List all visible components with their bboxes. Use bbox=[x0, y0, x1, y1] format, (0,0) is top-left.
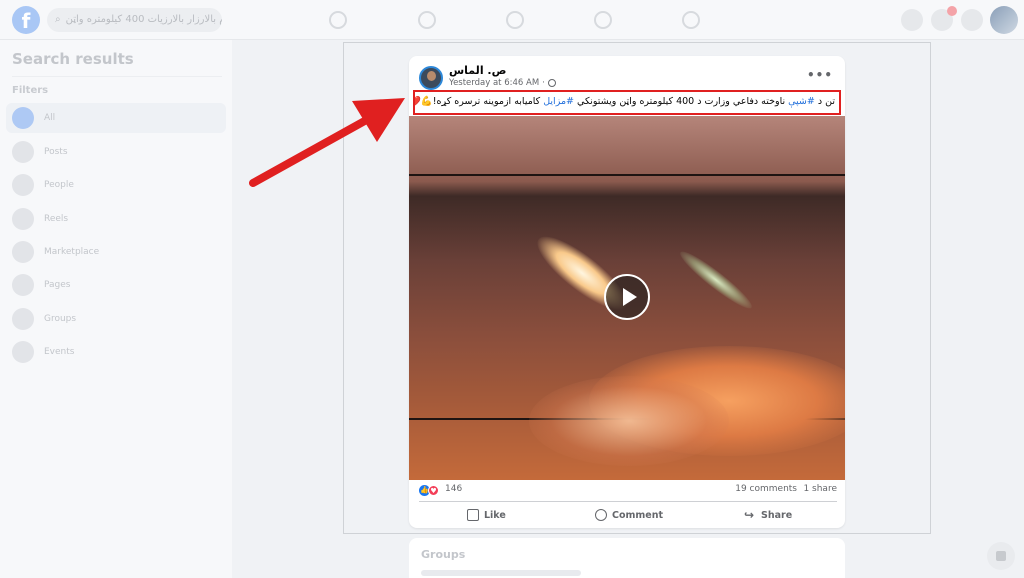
people-icon bbox=[12, 174, 34, 196]
top-navigation-bar: f ⌕ ابهام بالارزار بالارزيات 400 کیلومتر… bbox=[0, 0, 1024, 40]
post-video[interactable] bbox=[409, 116, 845, 480]
meta-separator: · bbox=[542, 78, 545, 88]
new-message-icon[interactable] bbox=[987, 542, 1015, 570]
sidebar-item-marketplace[interactable]: Marketplace bbox=[6, 237, 226, 267]
like-button[interactable]: Like bbox=[467, 506, 506, 524]
sidebar-item-label: Reels bbox=[44, 214, 69, 224]
sidebar-divider bbox=[12, 76, 222, 77]
actions-divider bbox=[419, 501, 837, 502]
sidebar-item-label: All bbox=[44, 113, 56, 123]
sidebar-item-label: Marketplace bbox=[44, 247, 100, 257]
marketplace-icon[interactable] bbox=[594, 11, 612, 29]
groups-placeholder-line bbox=[421, 570, 581, 576]
sidebar-item-label: Pages bbox=[44, 280, 71, 290]
comments-count[interactable]: 19 comments bbox=[735, 484, 797, 494]
messenger-icon[interactable] bbox=[931, 6, 957, 31]
search-input[interactable]: ⌕ ابهام بالارزار بالارزيات 400 کیلومتره … bbox=[47, 8, 222, 32]
post-stats: 👍 ♥ 146 19 comments 1 share bbox=[419, 484, 837, 498]
more-options-icon[interactable]: ••• bbox=[807, 68, 833, 82]
facebook-logo[interactable]: f bbox=[12, 6, 40, 34]
sidebar-item-reels[interactable]: Reels bbox=[6, 204, 226, 234]
play-button[interactable] bbox=[604, 274, 650, 320]
pages-icon bbox=[12, 274, 34, 296]
share-label: Share bbox=[761, 509, 793, 521]
friends-icon[interactable] bbox=[418, 11, 436, 29]
account-avatar[interactable] bbox=[990, 6, 1018, 34]
reels-icon bbox=[12, 208, 34, 230]
sidebar-item-posts[interactable]: Posts bbox=[6, 137, 226, 167]
all-icon bbox=[12, 107, 34, 129]
sidebar-item-groups[interactable]: Groups bbox=[6, 304, 226, 334]
groups-title: Groups bbox=[421, 548, 466, 561]
sidebar-item-label: Posts bbox=[44, 147, 68, 157]
globe-icon bbox=[547, 79, 556, 87]
notifications-icon[interactable] bbox=[961, 9, 983, 31]
post-card: ص. الماس Yesterday at 6:46 AM · ••• تن د… bbox=[409, 56, 845, 528]
comment-icon bbox=[595, 509, 607, 521]
sidebar-item-pages[interactable]: Pages bbox=[6, 270, 226, 300]
missile-trail bbox=[675, 245, 757, 315]
search-icon: ⌕ bbox=[55, 14, 61, 25]
home-icon[interactable] bbox=[329, 11, 347, 29]
sidebar-item-people[interactable]: People bbox=[6, 170, 226, 200]
marketplace-icon bbox=[12, 241, 34, 263]
like-label: Like bbox=[484, 509, 506, 521]
groups-icon bbox=[12, 308, 34, 330]
author-avatar[interactable] bbox=[419, 66, 443, 90]
sidebar-item-all[interactable]: All bbox=[6, 103, 226, 133]
video-letterbox-line bbox=[409, 174, 845, 176]
notification-badge bbox=[947, 6, 957, 16]
love-reaction-icon: ♥ bbox=[428, 485, 439, 496]
menu-icon[interactable] bbox=[901, 9, 923, 31]
gaming-icon[interactable] bbox=[682, 11, 700, 29]
annotation-highlight-box bbox=[413, 90, 841, 115]
shares-count[interactable]: 1 share bbox=[803, 484, 837, 494]
smoke-cloud bbox=[529, 376, 729, 466]
share-icon: ↪ bbox=[744, 508, 755, 522]
groups-results-card: Groups bbox=[409, 538, 845, 578]
post-author[interactable]: ص. الماس bbox=[449, 64, 506, 77]
reaction-count[interactable]: 146 bbox=[445, 484, 462, 494]
thumbs-up-icon bbox=[467, 509, 479, 521]
sidebar-item-label: People bbox=[44, 180, 74, 190]
comment-button[interactable]: Comment bbox=[595, 506, 663, 524]
post-timestamp[interactable]: Yesterday at 6:46 AM bbox=[449, 78, 539, 88]
filters-label: Filters bbox=[12, 85, 49, 96]
search-sidebar: Search results Filters All Posts People … bbox=[0, 40, 232, 578]
posts-icon bbox=[12, 141, 34, 163]
sidebar-title: Search results bbox=[12, 50, 134, 68]
sidebar-item-events[interactable]: Events bbox=[6, 337, 226, 367]
sidebar-item-label: Events bbox=[44, 347, 75, 357]
sidebar-item-label: Groups bbox=[44, 314, 77, 324]
comment-label: Comment bbox=[612, 509, 664, 521]
events-icon bbox=[12, 341, 34, 363]
share-button[interactable]: ↪ Share bbox=[744, 506, 792, 524]
video-icon[interactable] bbox=[506, 11, 524, 29]
search-input-value: ابهام بالارزار بالارزيات 400 کیلومتره وا… bbox=[65, 14, 222, 25]
post-meta: Yesterday at 6:46 AM · bbox=[449, 78, 556, 88]
